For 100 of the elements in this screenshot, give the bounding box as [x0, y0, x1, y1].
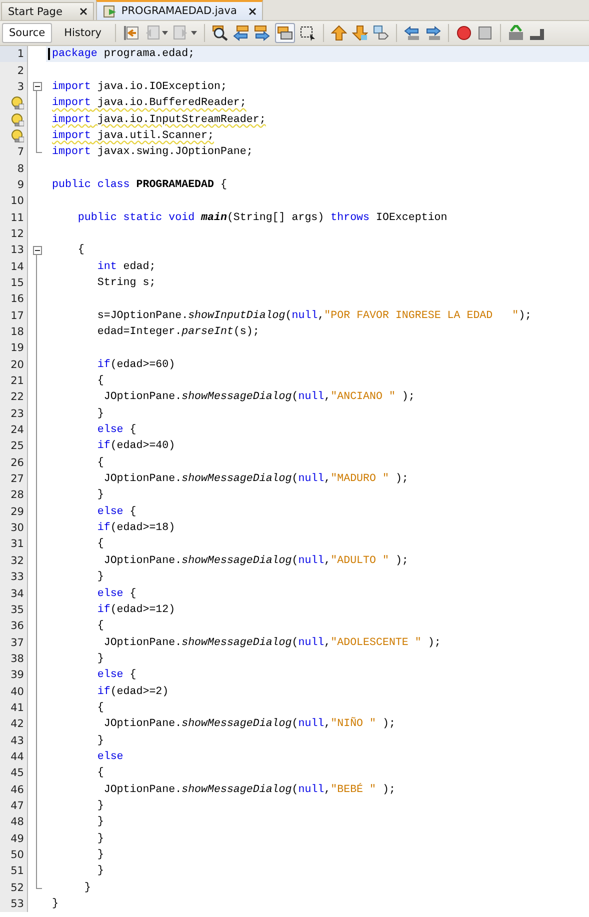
line-number: 14 [10, 260, 24, 273]
code-line: } [96, 849, 104, 862]
jump-back-icon[interactable] [123, 25, 140, 41]
line-number: 21 [10, 375, 24, 388]
line-number: 17 [10, 310, 24, 322]
line-number: 38 [10, 652, 24, 665]
line-number: 40 [10, 686, 24, 698]
line-number: 51 [10, 865, 24, 878]
caret-icon[interactable] [191, 31, 198, 35]
file-tab[interactable]: PROGRAMAEDAD.java [96, 0, 263, 20]
collapse-icon[interactable] [32, 82, 42, 92]
line-number: 29 [10, 506, 24, 518]
record-icon[interactable] [456, 25, 472, 41]
stop-icon[interactable] [477, 25, 494, 41]
lightbulb-icon[interactable] [11, 128, 24, 143]
code-line: { [96, 375, 104, 388]
code-line: } [83, 882, 91, 894]
code-line: s=JOptionPane.showInputDialog(null,"POR FAVOR INGRESE LA EDAD "); [96, 310, 532, 322]
lightbulb-icon[interactable] [11, 96, 24, 110]
code-line: if(edad>=2) [96, 686, 169, 698]
code-line: } [52, 898, 58, 910]
line-number: 32 [10, 554, 24, 567]
line-number: 13 [10, 244, 24, 256]
shift-right-icon[interactable] [425, 25, 442, 41]
code-line: JOptionPane.showMessageDialog(null,"BEBÉ " ); [102, 784, 396, 796]
code-line: else { [96, 506, 136, 518]
code-line: JOptionPane.showMessageDialog(null,"NIÑO " ); [102, 718, 396, 730]
line-number: 44 [10, 750, 24, 763]
line-number: 50 [10, 849, 24, 862]
code-line: } [96, 489, 104, 502]
caret-icon[interactable] [162, 31, 168, 35]
shift-left-icon[interactable] [404, 25, 420, 41]
line-number: 43 [10, 734, 24, 747]
bookmark-toggle-icon[interactable] [373, 25, 390, 41]
find-next-icon[interactable] [254, 25, 270, 41]
line-number: 23 [10, 408, 24, 420]
code-line: else { [96, 588, 136, 600]
line-number: 31 [10, 538, 24, 550]
comment-icon[interactable] [508, 25, 524, 41]
line-number: 9 [17, 178, 24, 191]
line-number: 24 [10, 424, 24, 436]
code-line: JOptionPane.showMessageDialog(null,"ADULTO " ); [102, 554, 408, 567]
code-line: JOptionPane.showMessageDialog(null,"ADOLESCENTE " ); [102, 636, 441, 649]
code-line: } [96, 734, 104, 747]
code-line: import javax.swing.JOptionPane; [52, 146, 253, 158]
code-line: import java.io.BufferedReader; [52, 97, 246, 110]
search-icon[interactable] [212, 25, 228, 41]
line-number: 8 [17, 162, 24, 175]
code-line: } [96, 865, 104, 878]
line-number: 12 [10, 228, 24, 240]
line-number: 33 [10, 571, 24, 584]
code-line: } [96, 571, 104, 584]
line-number: 35 [10, 604, 24, 616]
code-line: if(edad>=60) [96, 358, 176, 371]
line-number: 25 [10, 440, 24, 452]
code-line: else { [96, 669, 136, 682]
code-line: if(edad>=18) [96, 522, 176, 534]
code-line: } [96, 832, 104, 845]
code-line: import java.io.IOException; [52, 80, 227, 93]
line-number: 42 [10, 718, 24, 730]
line-number: 30 [10, 522, 24, 534]
code-line: public static void main(String[] args) throws IOException [76, 212, 448, 224]
code-line: } [96, 408, 104, 420]
select-box-icon[interactable] [300, 25, 316, 41]
file-tab[interactable]: Start Page [1, 2, 94, 20]
collapse-icon[interactable] [32, 246, 42, 255]
find-previous-icon[interactable] [233, 25, 250, 41]
line-number: 34 [10, 588, 24, 600]
line-number: 16 [10, 293, 24, 306]
line-number: 36 [10, 620, 24, 632]
line-number: 10 [10, 195, 24, 208]
line-number: 45 [10, 767, 24, 780]
code-line: public class PROGRAMAEDAD { [52, 178, 227, 191]
close-icon[interactable] [80, 8, 88, 15]
code-line: if(edad>=40) [96, 440, 176, 452]
arrow-up-icon[interactable] [331, 25, 348, 41]
line-number: 39 [10, 669, 24, 682]
code-line: } [96, 652, 104, 665]
code-line: { [96, 767, 104, 780]
code-line: { [96, 702, 104, 714]
close-icon[interactable] [248, 8, 256, 14]
code-line: edad=Integer.parseInt(s); [96, 326, 260, 338]
arrow-down-icon[interactable] [352, 25, 368, 41]
line-number: 2 [17, 64, 24, 77]
line-number: 11 [10, 212, 24, 224]
line-number: 47 [10, 800, 24, 812]
code-line: if(edad>=12) [96, 604, 176, 616]
view-tab[interactable]: Source [2, 23, 52, 43]
highlight-toggle-button[interactable] [275, 23, 296, 43]
code-line: String s; [96, 276, 156, 289]
lightbulb-icon[interactable] [11, 112, 24, 127]
line-number: 49 [10, 832, 24, 845]
line-number: 53 [10, 898, 24, 910]
line-number: 52 [10, 882, 24, 894]
code-line: else { [96, 424, 136, 436]
code-line: { [96, 620, 104, 632]
line-number: 7 [17, 146, 24, 158]
line-number: 15 [10, 276, 24, 289]
view-tab[interactable]: History [57, 23, 108, 43]
line-number: 28 [10, 489, 24, 502]
